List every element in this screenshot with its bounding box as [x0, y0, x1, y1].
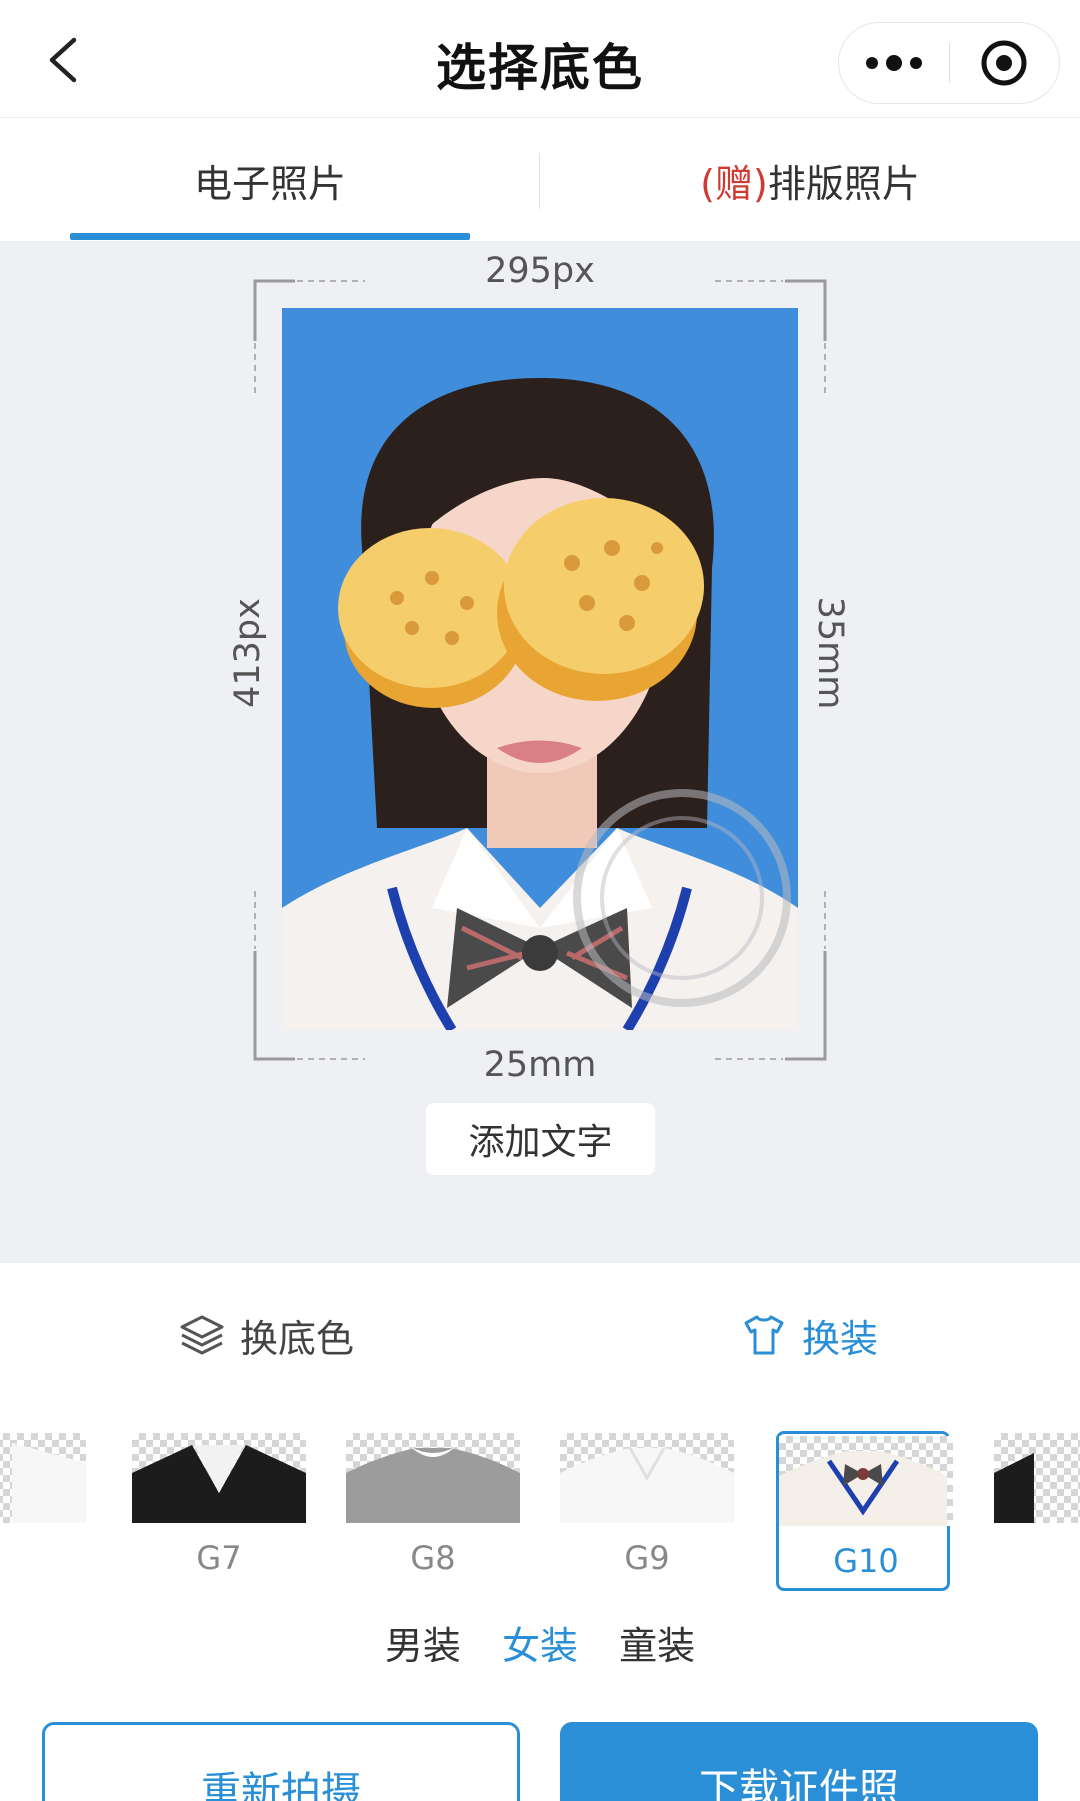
active-tab-indicator: [70, 233, 470, 240]
outfit-thumbnail: [560, 1433, 734, 1523]
change-outfit-button[interactable]: 换装: [740, 1305, 878, 1365]
outfit-thumbnail: [994, 1433, 1080, 1523]
change-background-label: 换底色: [240, 1316, 355, 1361]
outfit-thumbnail: [779, 1436, 953, 1526]
outfit-item-partial[interactable]: [994, 1431, 1080, 1591]
height-mm-label: 35mm: [810, 596, 850, 710]
outfit-code: G10: [833, 1542, 899, 1580]
outfit-item-partial[interactable]: [0, 1431, 86, 1591]
change-outfit-label: 换装: [802, 1316, 879, 1361]
nav-bar: 选择底色: [0, 0, 1080, 118]
outfit-item-g9[interactable]: G9: [560, 1431, 734, 1591]
outfit-code: G8: [410, 1539, 456, 1577]
retake-photo-button[interactable]: 重新拍摄: [42, 1722, 520, 1801]
outfit-item-g8[interactable]: G8: [346, 1431, 520, 1591]
gift-tag: (赠): [700, 161, 768, 206]
outfit-carousel: G7 G8 G9 G10: [0, 1431, 1080, 1591]
photo-type-tabs: 电子照片 (赠) 排版照片: [0, 119, 1080, 241]
tab-layout-photo-label: 排版照片: [767, 161, 920, 206]
change-background-button[interactable]: 换底色: [178, 1305, 354, 1365]
add-text-button[interactable]: 添加文字: [426, 1103, 655, 1175]
download-id-photo-button[interactable]: 下载证件照: [560, 1722, 1038, 1801]
layers-icon: [180, 1315, 224, 1355]
outfit-category-tabs: 男装 女装 童装: [0, 1615, 1080, 1675]
tab-electronic-photo[interactable]: 电子照片: [70, 119, 470, 241]
outfit-thumbnail: [0, 1433, 86, 1523]
id-photo: [282, 308, 798, 1030]
tab-layout-photo[interactable]: (赠) 排版照片: [540, 119, 1080, 241]
mini-program-capsule: [838, 22, 1060, 104]
more-dots-icon: [866, 55, 922, 71]
close-miniprogram-button[interactable]: [950, 23, 1060, 103]
more-button[interactable]: [839, 23, 949, 103]
category-men[interactable]: 男装: [385, 1615, 461, 1670]
outfit-code: G9: [624, 1539, 670, 1577]
photo-preview-area: 295px 413px 35mm 25mm 添加文字: [0, 241, 1080, 1263]
tab-electronic-photo-label: 电子照片: [193, 161, 346, 206]
category-women[interactable]: 女装: [502, 1615, 578, 1670]
category-children[interactable]: 童装: [619, 1615, 695, 1670]
height-px-label: 413px: [228, 598, 268, 708]
outfit-item-g7[interactable]: G7: [132, 1431, 306, 1591]
tshirt-icon: [744, 1315, 784, 1355]
outfit-code: G7: [196, 1539, 242, 1577]
outfit-item-g10[interactable]: G10: [776, 1431, 953, 1591]
target-close-icon: [981, 40, 1027, 86]
edit-panel: 换底色 换装 G7 G8 G9 G10 男装 女装 童装 重新拍摄 下载证件照: [0, 1263, 1080, 1801]
width-mm-label: 25mm: [483, 1045, 597, 1085]
outfit-thumbnail: [346, 1433, 520, 1523]
width-px-label: 295px: [485, 251, 595, 291]
outfit-thumbnail: [132, 1433, 306, 1523]
portrait-illustration: [282, 308, 798, 1030]
